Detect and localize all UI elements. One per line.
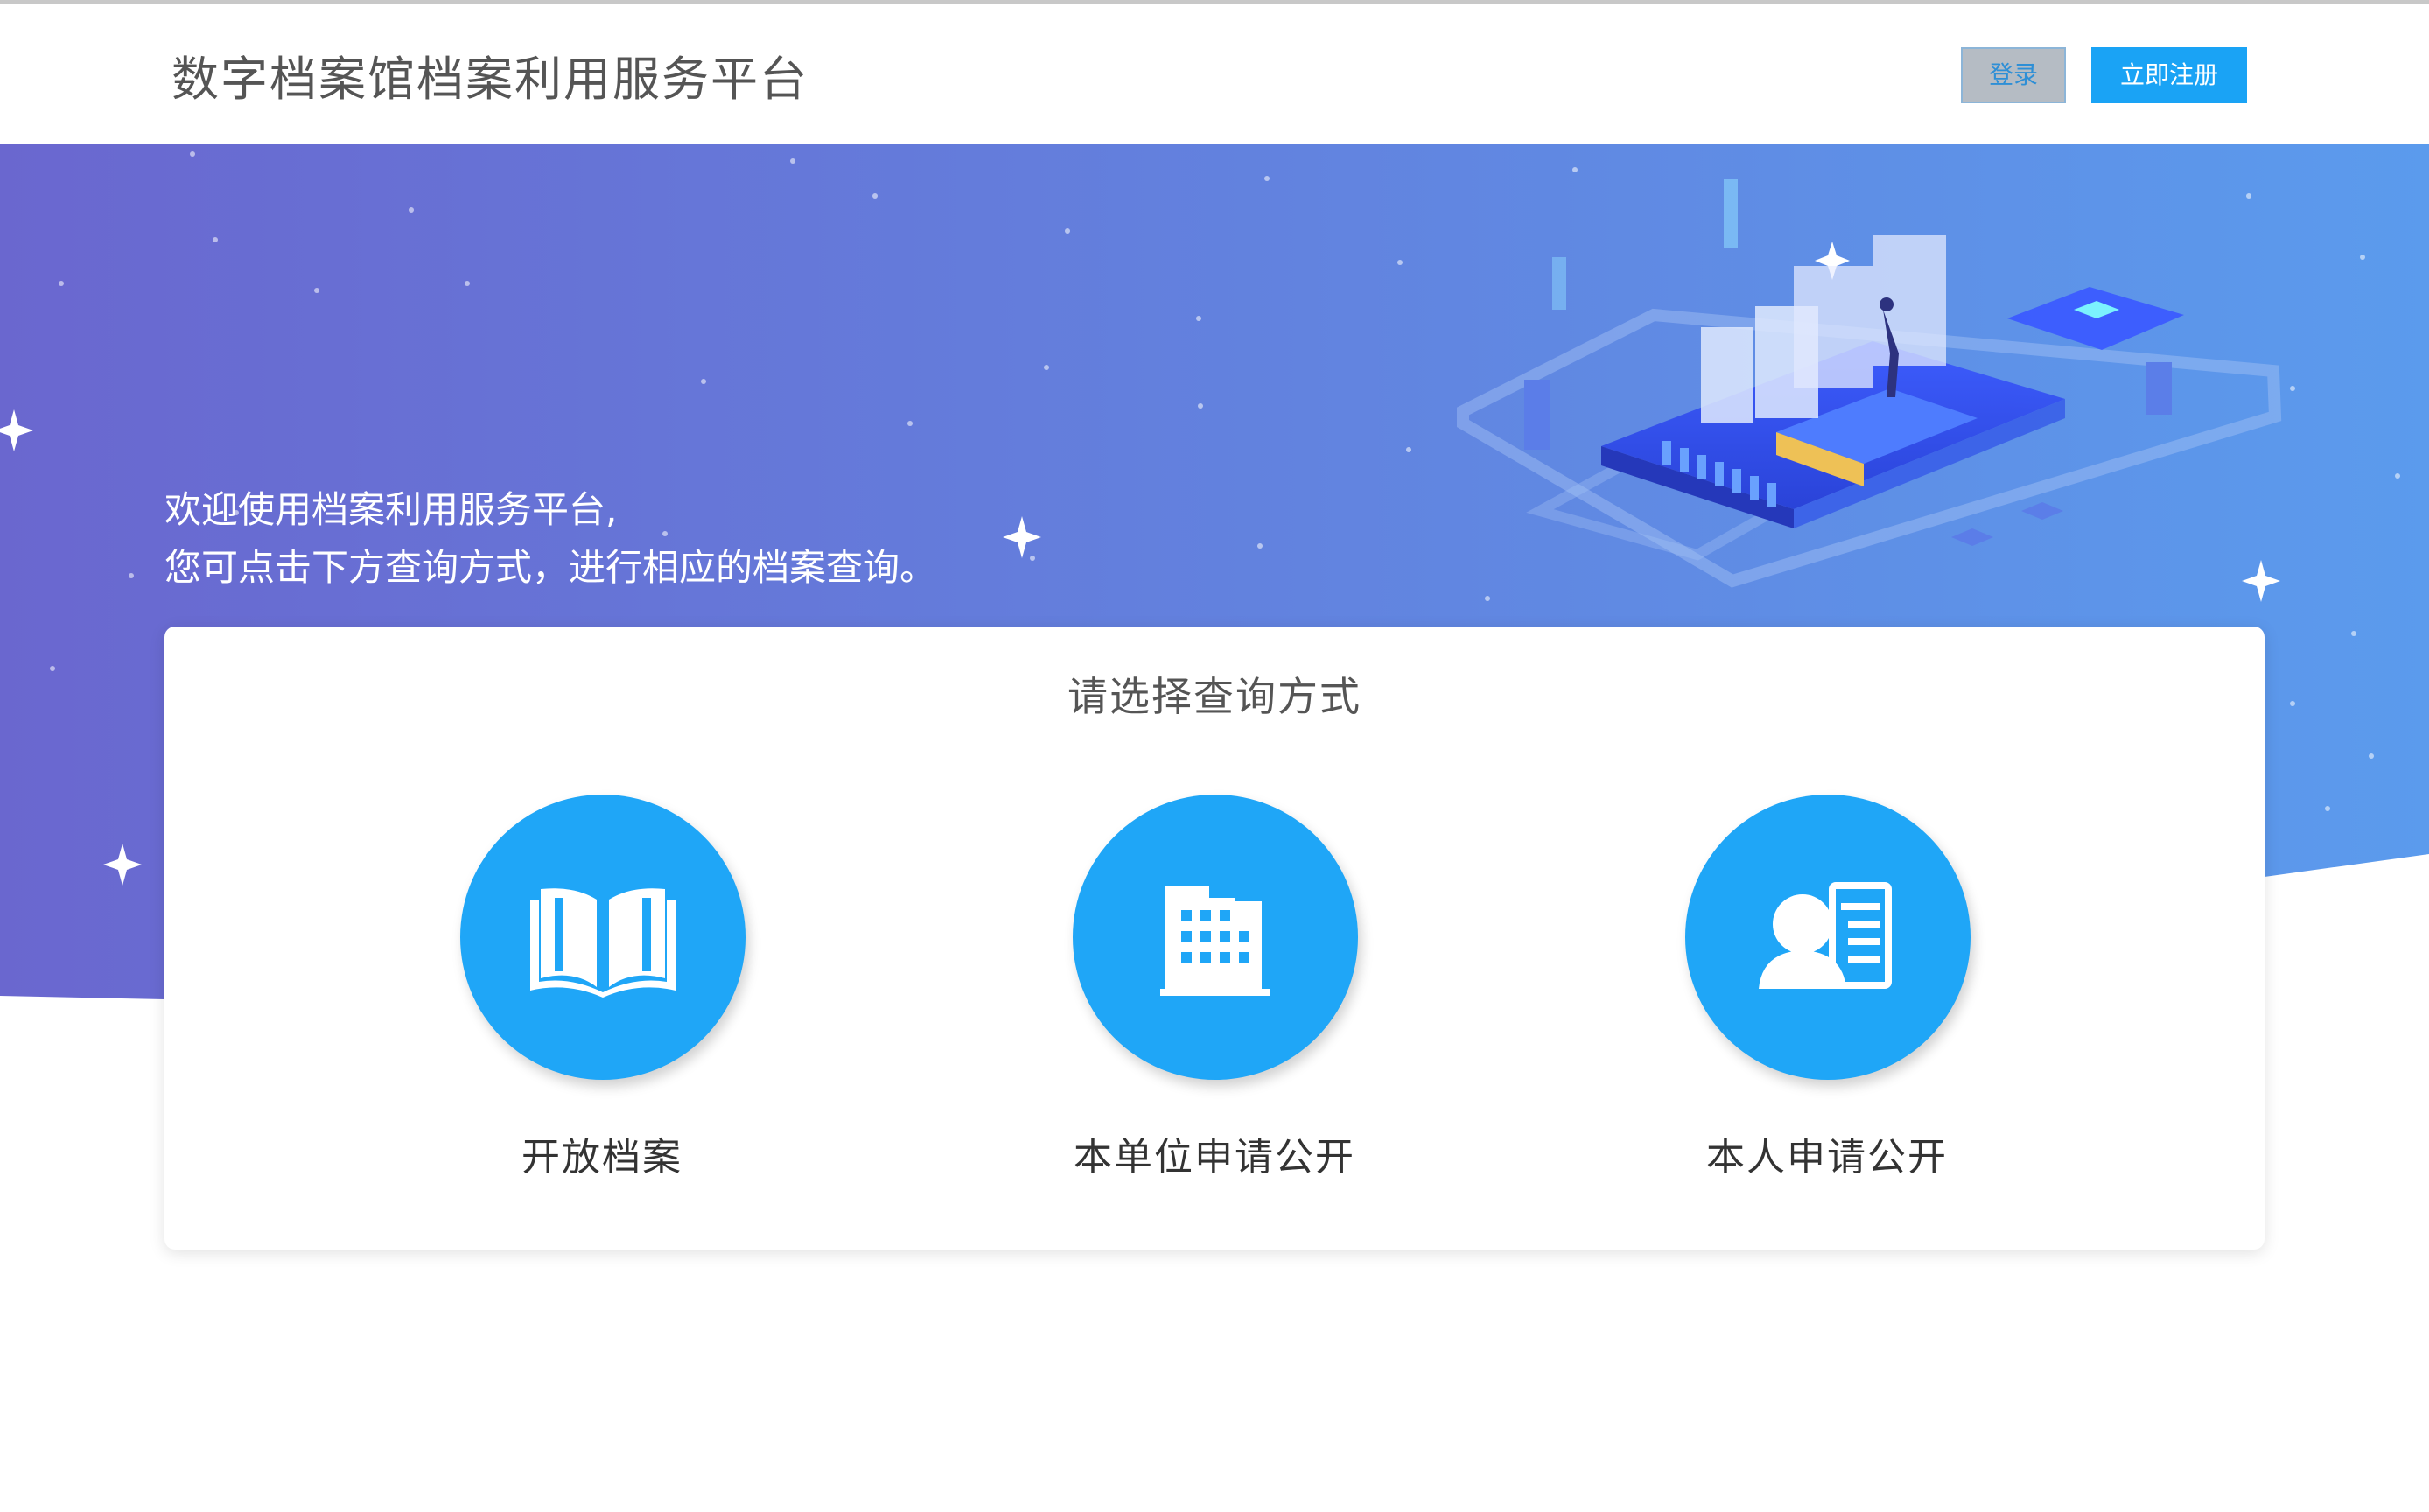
welcome-line-2: 您可点击下方查询方式，进行相应的档案查询。 — [164, 546, 937, 589]
option-personal-apply[interactable]: 本人申请公开 — [1643, 794, 2011, 1206]
site-header: 数字档案馆档案利用服务平台 登录 立即注册 — [0, 4, 2429, 144]
open-archives-label: 开放档案 — [522, 1135, 682, 1180]
open-archives-icon-circle[interactable] — [460, 794, 746, 1080]
option-open-archives[interactable]: 开放档案 — [418, 794, 786, 1206]
site-title: 数字档案馆档案利用服务平台 — [172, 52, 808, 107]
welcome-text: 欢迎使用档案利用服务平台, 您可点击下方查询方式，进行相应的档案查询。 — [164, 481, 936, 597]
unit-apply-label: 本单位申请公开 — [1074, 1135, 1355, 1180]
open-book-icon — [530, 888, 676, 998]
welcome-line-1: 欢迎使用档案利用服务平台, — [164, 488, 618, 531]
personal-apply-label: 本人申请公开 — [1706, 1135, 1948, 1180]
personal-apply-icon-circle[interactable] — [1685, 794, 1970, 1080]
register-button[interactable]: 立即注册 — [2091, 47, 2247, 103]
query-method-card: 请选择查询方式 开放档案 本单位申请公开 本人申请公开 — [164, 626, 2264, 1250]
building-icon — [1160, 886, 1270, 996]
unit-apply-icon-circle[interactable] — [1073, 794, 1358, 1080]
person-card-icon — [1759, 882, 1892, 989]
option-unit-apply[interactable]: 本单位申请公开 — [1031, 794, 1398, 1206]
login-button[interactable]: 登录 — [1961, 47, 2066, 103]
query-method-title: 请选择查询方式 — [1068, 673, 1362, 720]
